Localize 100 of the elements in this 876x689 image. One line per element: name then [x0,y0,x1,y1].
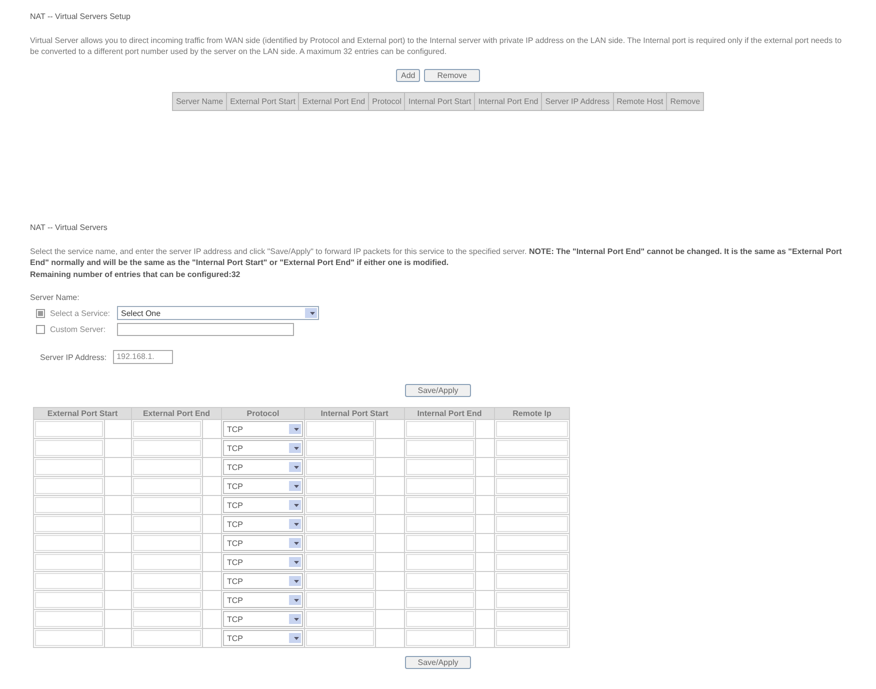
port-field[interactable] [406,478,474,494]
port-field[interactable] [406,497,474,513]
port-field[interactable] [406,592,474,608]
protocol-dropdown[interactable]: TCP [223,630,303,646]
port-field[interactable] [35,478,103,494]
column-header: Internal Port Start [304,408,404,420]
port-field[interactable] [306,516,374,532]
port-field[interactable] [35,535,103,551]
port-field[interactable] [496,554,568,570]
protocol-dropdown[interactable]: TCP [223,573,303,589]
port-field[interactable] [35,459,103,475]
port-field[interactable] [496,630,568,646]
port-field[interactable] [406,535,474,551]
port-field[interactable] [35,440,103,456]
column-header: Internal Port End [404,408,494,420]
port-field[interactable] [133,630,201,646]
port-field[interactable] [306,440,374,456]
port-field[interactable] [496,497,568,513]
port-field[interactable] [35,497,103,513]
service-dropdown[interactable]: Select One [117,306,319,320]
port-field[interactable] [306,592,374,608]
port-field[interactable] [306,535,374,551]
port-field[interactable] [496,421,568,437]
option-label: Select a Service: [50,308,112,318]
protocol-dropdown[interactable]: TCP [223,516,303,532]
port-field[interactable] [496,516,568,532]
port-field[interactable] [496,478,568,494]
port-field[interactable] [133,459,201,475]
protocol-dropdown[interactable]: TCP [223,592,303,608]
protocol-dropdown[interactable]: TCP [223,535,303,551]
option-label: Custom Server: [50,325,107,334]
port-field[interactable] [35,630,103,646]
port-field[interactable] [406,630,474,646]
port-field[interactable] [306,421,374,437]
column-header: External Port Start [226,92,299,110]
description-text: Select the service name, and enter the server IP address and click "Save/Apply" to forward IP packets for this service to the specified server. NOTE: The "Internal Port End" cannot be changed. It is the same as "External Port End" normally and will be the same as the "Internal Port Start" or "External Port End" if either one is modified. [30,246,843,268]
port-field[interactable] [306,630,374,646]
protocol-dropdown[interactable]: TCP [223,497,303,513]
port-field[interactable] [35,592,103,608]
port-field[interactable] [406,516,474,532]
protocol-dropdown[interactable]: TCP [223,611,303,627]
save-apply-button[interactable]: Save/Apply [404,656,472,669]
column-header: Protocol [222,408,304,420]
remaining-entries-text: Remaining number of entries that can be configured:32 [30,270,242,279]
port-field[interactable] [35,516,103,532]
protocol-dropdown[interactable]: TCP [223,440,303,456]
port-field[interactable] [406,611,474,627]
column-header: Remove [666,92,704,110]
port-field[interactable] [406,440,474,456]
page-title: NAT -- Virtual Servers Setup [30,12,132,21]
port-field[interactable] [133,497,201,513]
port-field[interactable] [35,611,103,627]
port-field[interactable] [35,421,103,437]
port-field[interactable] [133,573,201,589]
radio-button[interactable] [36,325,45,334]
radio-button[interactable] [36,308,45,318]
column-header: Remote Ip [494,408,570,420]
port-field[interactable] [306,478,374,494]
port-field[interactable] [133,611,201,627]
column-header: Protocol [368,92,405,110]
port-field[interactable] [406,554,474,570]
port-field[interactable] [406,421,474,437]
port-field[interactable] [496,592,568,608]
column-header: External Port End [132,408,222,420]
save-apply-button[interactable]: Save/Apply [404,384,472,397]
port-field[interactable] [133,516,201,532]
port-field[interactable] [133,554,201,570]
protocol-dropdown[interactable]: TCP [223,478,303,494]
protocol-dropdown[interactable]: TCP [223,421,303,437]
port-field[interactable] [496,535,568,551]
port-field[interactable] [306,573,374,589]
ip-address-label: Server IP Address: [40,352,107,362]
column-header: External Port End [298,92,369,110]
port-field[interactable] [406,459,474,475]
custom-server-field[interactable] [117,323,294,336]
port-field[interactable] [133,421,201,437]
port-field[interactable] [306,611,374,627]
port-field[interactable] [406,573,474,589]
port-field[interactable] [306,554,374,570]
remove-button[interactable]: Remove [424,69,480,82]
protocol-dropdown[interactable]: TCP [223,554,303,570]
port-field[interactable] [306,459,374,475]
port-field[interactable] [496,611,568,627]
port-field[interactable] [496,573,568,589]
port-field[interactable] [133,440,201,456]
port-field[interactable] [133,535,201,551]
add-button[interactable]: Add [396,69,420,82]
protocol-dropdown[interactable]: TCP [223,459,303,475]
port-field[interactable] [133,592,201,608]
port-field[interactable] [496,459,568,475]
description-text: Virtual Server allows you to direct incoming traffic from WAN side (identified by Protocol and External port) to the Internal server with private IP address on the LAN side. The Internal port is required only if the external port needs to be converted to a different port number used by the server on the LAN side. A maximum 32 entries can be configured. [30,35,843,57]
port-field[interactable] [496,440,568,456]
port-field[interactable] [35,573,103,589]
server-name-label: Server Name: [30,293,80,302]
ip-address-field[interactable]: 192.168.1. [112,350,173,364]
column-header: Internal Port End [474,92,542,110]
port-field[interactable] [133,478,201,494]
page-title: NAT -- Virtual Servers [30,223,108,232]
port-field[interactable] [35,554,103,570]
port-field[interactable] [306,497,374,513]
